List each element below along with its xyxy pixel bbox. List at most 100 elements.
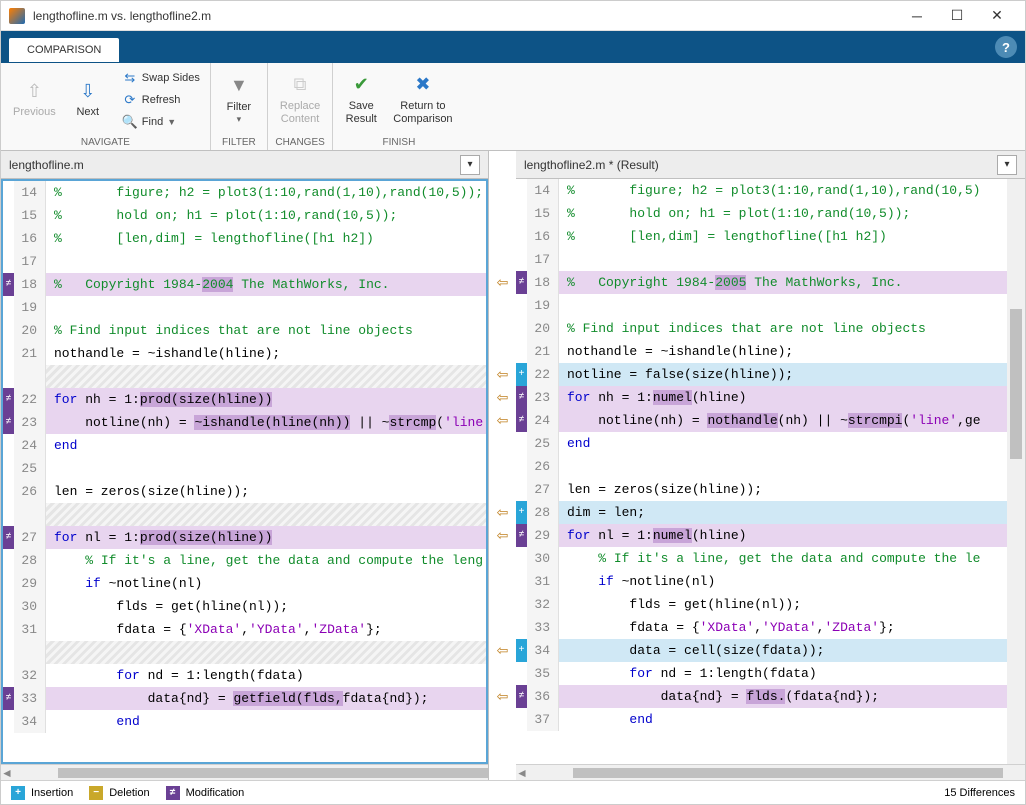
code-line[interactable]: 19 xyxy=(516,294,1007,317)
previous-button[interactable]: ⇧ Previous xyxy=(5,65,64,135)
code-line[interactable]: ≠22for nh = 1:prod(size(hline)) xyxy=(3,388,486,411)
code-line[interactable]: ≠33 data{nd} = getfield(flds,fdata{nd}); xyxy=(3,687,486,710)
line-text: flds = get(hline(nl)); xyxy=(46,595,486,618)
code-line[interactable]: 17 xyxy=(516,248,1007,271)
code-line[interactable]: 30 % If it's a line, get the data and co… xyxy=(516,547,1007,570)
diff-marker xyxy=(516,478,527,501)
code-line[interactable]: 21nothandle = ~ishandle(hline); xyxy=(3,342,486,365)
diff-marker xyxy=(3,204,14,227)
code-line[interactable]: 27len = zeros(size(hline)); xyxy=(516,478,1007,501)
code-line[interactable]: 20% Find input indices that are not line… xyxy=(3,319,486,342)
code-line[interactable]: 34 end xyxy=(3,710,486,733)
code-line[interactable]: ≠23for nh = 1:numel(hline) xyxy=(516,386,1007,409)
code-line[interactable]: 32 flds = get(hline(nl)); xyxy=(516,593,1007,616)
merge-left-button[interactable]: ⇦ xyxy=(489,409,516,432)
code-line[interactable] xyxy=(3,503,486,526)
code-line[interactable]: 37 end xyxy=(516,708,1007,731)
left-code-view[interactable]: 14% figure; h2 = plot3(1:10,rand(1,10),r… xyxy=(1,179,488,764)
code-line[interactable]: 26len = zeros(size(hline)); xyxy=(3,480,486,503)
merge-left-button[interactable]: ⇦ xyxy=(489,501,516,524)
code-line[interactable]: 32 for nd = 1:length(fdata) xyxy=(3,664,486,687)
line-number: 36 xyxy=(527,685,559,708)
diff-marker xyxy=(516,317,527,340)
code-line[interactable]: ≠27for nl = 1:prod(size(hline)) xyxy=(3,526,486,549)
code-line[interactable] xyxy=(3,365,486,388)
filter-button[interactable]: ▼ Filter ▾ xyxy=(215,65,263,135)
code-line[interactable]: 28 % If it's a line, get the data and co… xyxy=(3,549,486,572)
swap-sides-button[interactable]: ⇆ Swap Sides xyxy=(116,67,206,89)
code-line[interactable]: 19 xyxy=(3,296,486,319)
next-label: Next xyxy=(76,106,99,119)
code-line[interactable]: 25end xyxy=(516,432,1007,455)
merge-left-button[interactable]: ⇦ xyxy=(489,271,516,294)
maximize-button[interactable]: ☐ xyxy=(937,2,977,30)
scroll-thumb[interactable] xyxy=(1010,309,1022,459)
code-line[interactable]: 31 fdata = {'XData','YData','ZData'}; xyxy=(3,618,486,641)
code-line[interactable]: 25 xyxy=(3,457,486,480)
line-number: 35 xyxy=(527,662,559,685)
right-panel-menu[interactable]: ▾ xyxy=(997,155,1017,175)
code-line[interactable]: +22notline = false(size(hline)); xyxy=(516,363,1007,386)
merge-left-button[interactable]: ⇦ xyxy=(489,639,516,662)
merge-left-button[interactable]: ⇦ xyxy=(489,524,516,547)
code-line[interactable]: +28dim = len; xyxy=(516,501,1007,524)
refresh-button[interactable]: ⟳ Refresh xyxy=(116,89,206,111)
deletion-icon: − xyxy=(89,786,103,800)
next-button[interactable]: ⇩ Next xyxy=(64,65,112,135)
code-line[interactable]: 16% [len,dim] = lengthofline([h1 h2]) xyxy=(3,227,486,250)
code-line[interactable]: +34 data = cell(size(fdata)); xyxy=(516,639,1007,662)
code-line[interactable]: ≠23 notline(nh) = ~ishandle(hline(nh)) |… xyxy=(3,411,486,434)
tab-comparison[interactable]: COMPARISON xyxy=(9,38,119,62)
code-line[interactable]: 29 if ~notline(nl) xyxy=(3,572,486,595)
line-number: 30 xyxy=(527,547,559,570)
minimize-button[interactable]: ─ xyxy=(897,2,937,30)
right-hscroll[interactable]: ◄ xyxy=(516,764,1025,780)
line-text: data{nd} = flds.(fdata{nd}); xyxy=(559,685,1007,708)
right-vscroll[interactable] xyxy=(1007,179,1025,764)
code-line[interactable]: 17 xyxy=(3,250,486,273)
merge-left-button xyxy=(489,432,516,455)
code-line[interactable]: 31 if ~notline(nl) xyxy=(516,570,1007,593)
save-result-button[interactable]: ✔ Save Result xyxy=(337,65,385,135)
scroll-thumb[interactable] xyxy=(573,768,1003,778)
code-line[interactable]: 15% hold on; h1 = plot(1:10,rand(10,5)); xyxy=(3,204,486,227)
code-line[interactable]: ≠29for nl = 1:numel(hline) xyxy=(516,524,1007,547)
code-line[interactable]: ≠18% Copyright 1984-2004 The MathWorks, … xyxy=(3,273,486,296)
code-line[interactable]: ≠18% Copyright 1984-2005 The MathWorks, … xyxy=(516,271,1007,294)
right-code-view[interactable]: 14% figure; h2 = plot3(1:10,rand(1,10),r… xyxy=(516,179,1007,764)
line-number: 37 xyxy=(527,708,559,731)
code-line[interactable] xyxy=(3,641,486,664)
line-number: 14 xyxy=(14,181,46,204)
merge-left-button[interactable]: ⇦ xyxy=(489,386,516,409)
return-button[interactable]: ✖ Return to Comparison xyxy=(385,65,460,135)
help-button[interactable]: ? xyxy=(995,36,1017,58)
refresh-label: Refresh xyxy=(142,94,181,106)
legend-insertion: + Insertion xyxy=(11,786,73,800)
left-panel-menu[interactable]: ▾ xyxy=(460,155,480,175)
code-line[interactable]: 16% [len,dim] = lengthofline([h1 h2]) xyxy=(516,225,1007,248)
diff-marker xyxy=(3,434,14,457)
scroll-thumb[interactable] xyxy=(58,768,488,778)
code-line[interactable]: 21nothandle = ~ishandle(hline); xyxy=(516,340,1007,363)
merge-left-button[interactable]: ⇦ xyxy=(489,685,516,708)
code-line[interactable]: 24end xyxy=(3,434,486,457)
merge-left-button[interactable]: ⇦ xyxy=(489,363,516,386)
line-text xyxy=(46,365,486,388)
code-line[interactable]: 20% Find input indices that are not line… xyxy=(516,317,1007,340)
code-line[interactable]: 14% figure; h2 = plot3(1:10,rand(1,10),r… xyxy=(516,179,1007,202)
code-line[interactable]: 15% hold on; h1 = plot(1:10,rand(10,5)); xyxy=(516,202,1007,225)
replace-content-button[interactable]: ⧉ Replace Content xyxy=(272,65,328,135)
line-text: % [len,dim] = lengthofline([h1 h2]) xyxy=(559,225,1007,248)
code-line[interactable]: 30 flds = get(hline(nl)); xyxy=(3,595,486,618)
code-line[interactable]: 14% figure; h2 = plot3(1:10,rand(1,10),r… xyxy=(3,181,486,204)
close-button[interactable]: ✕ xyxy=(977,2,1017,30)
code-line[interactable]: 26 xyxy=(516,455,1007,478)
code-line[interactable]: ≠36 data{nd} = flds.(fdata{nd}); xyxy=(516,685,1007,708)
left-hscroll[interactable]: ◄ xyxy=(1,764,488,780)
code-line[interactable]: ≠24 notline(nh) = nothandle(nh) || ~strc… xyxy=(516,409,1007,432)
code-line[interactable]: 33 fdata = {'XData','YData','ZData'}; xyxy=(516,616,1007,639)
line-number: 27 xyxy=(527,478,559,501)
line-number: 28 xyxy=(14,549,46,572)
code-line[interactable]: 35 for nd = 1:length(fdata) xyxy=(516,662,1007,685)
find-button[interactable]: 🔍 Find ▼ xyxy=(116,111,206,133)
